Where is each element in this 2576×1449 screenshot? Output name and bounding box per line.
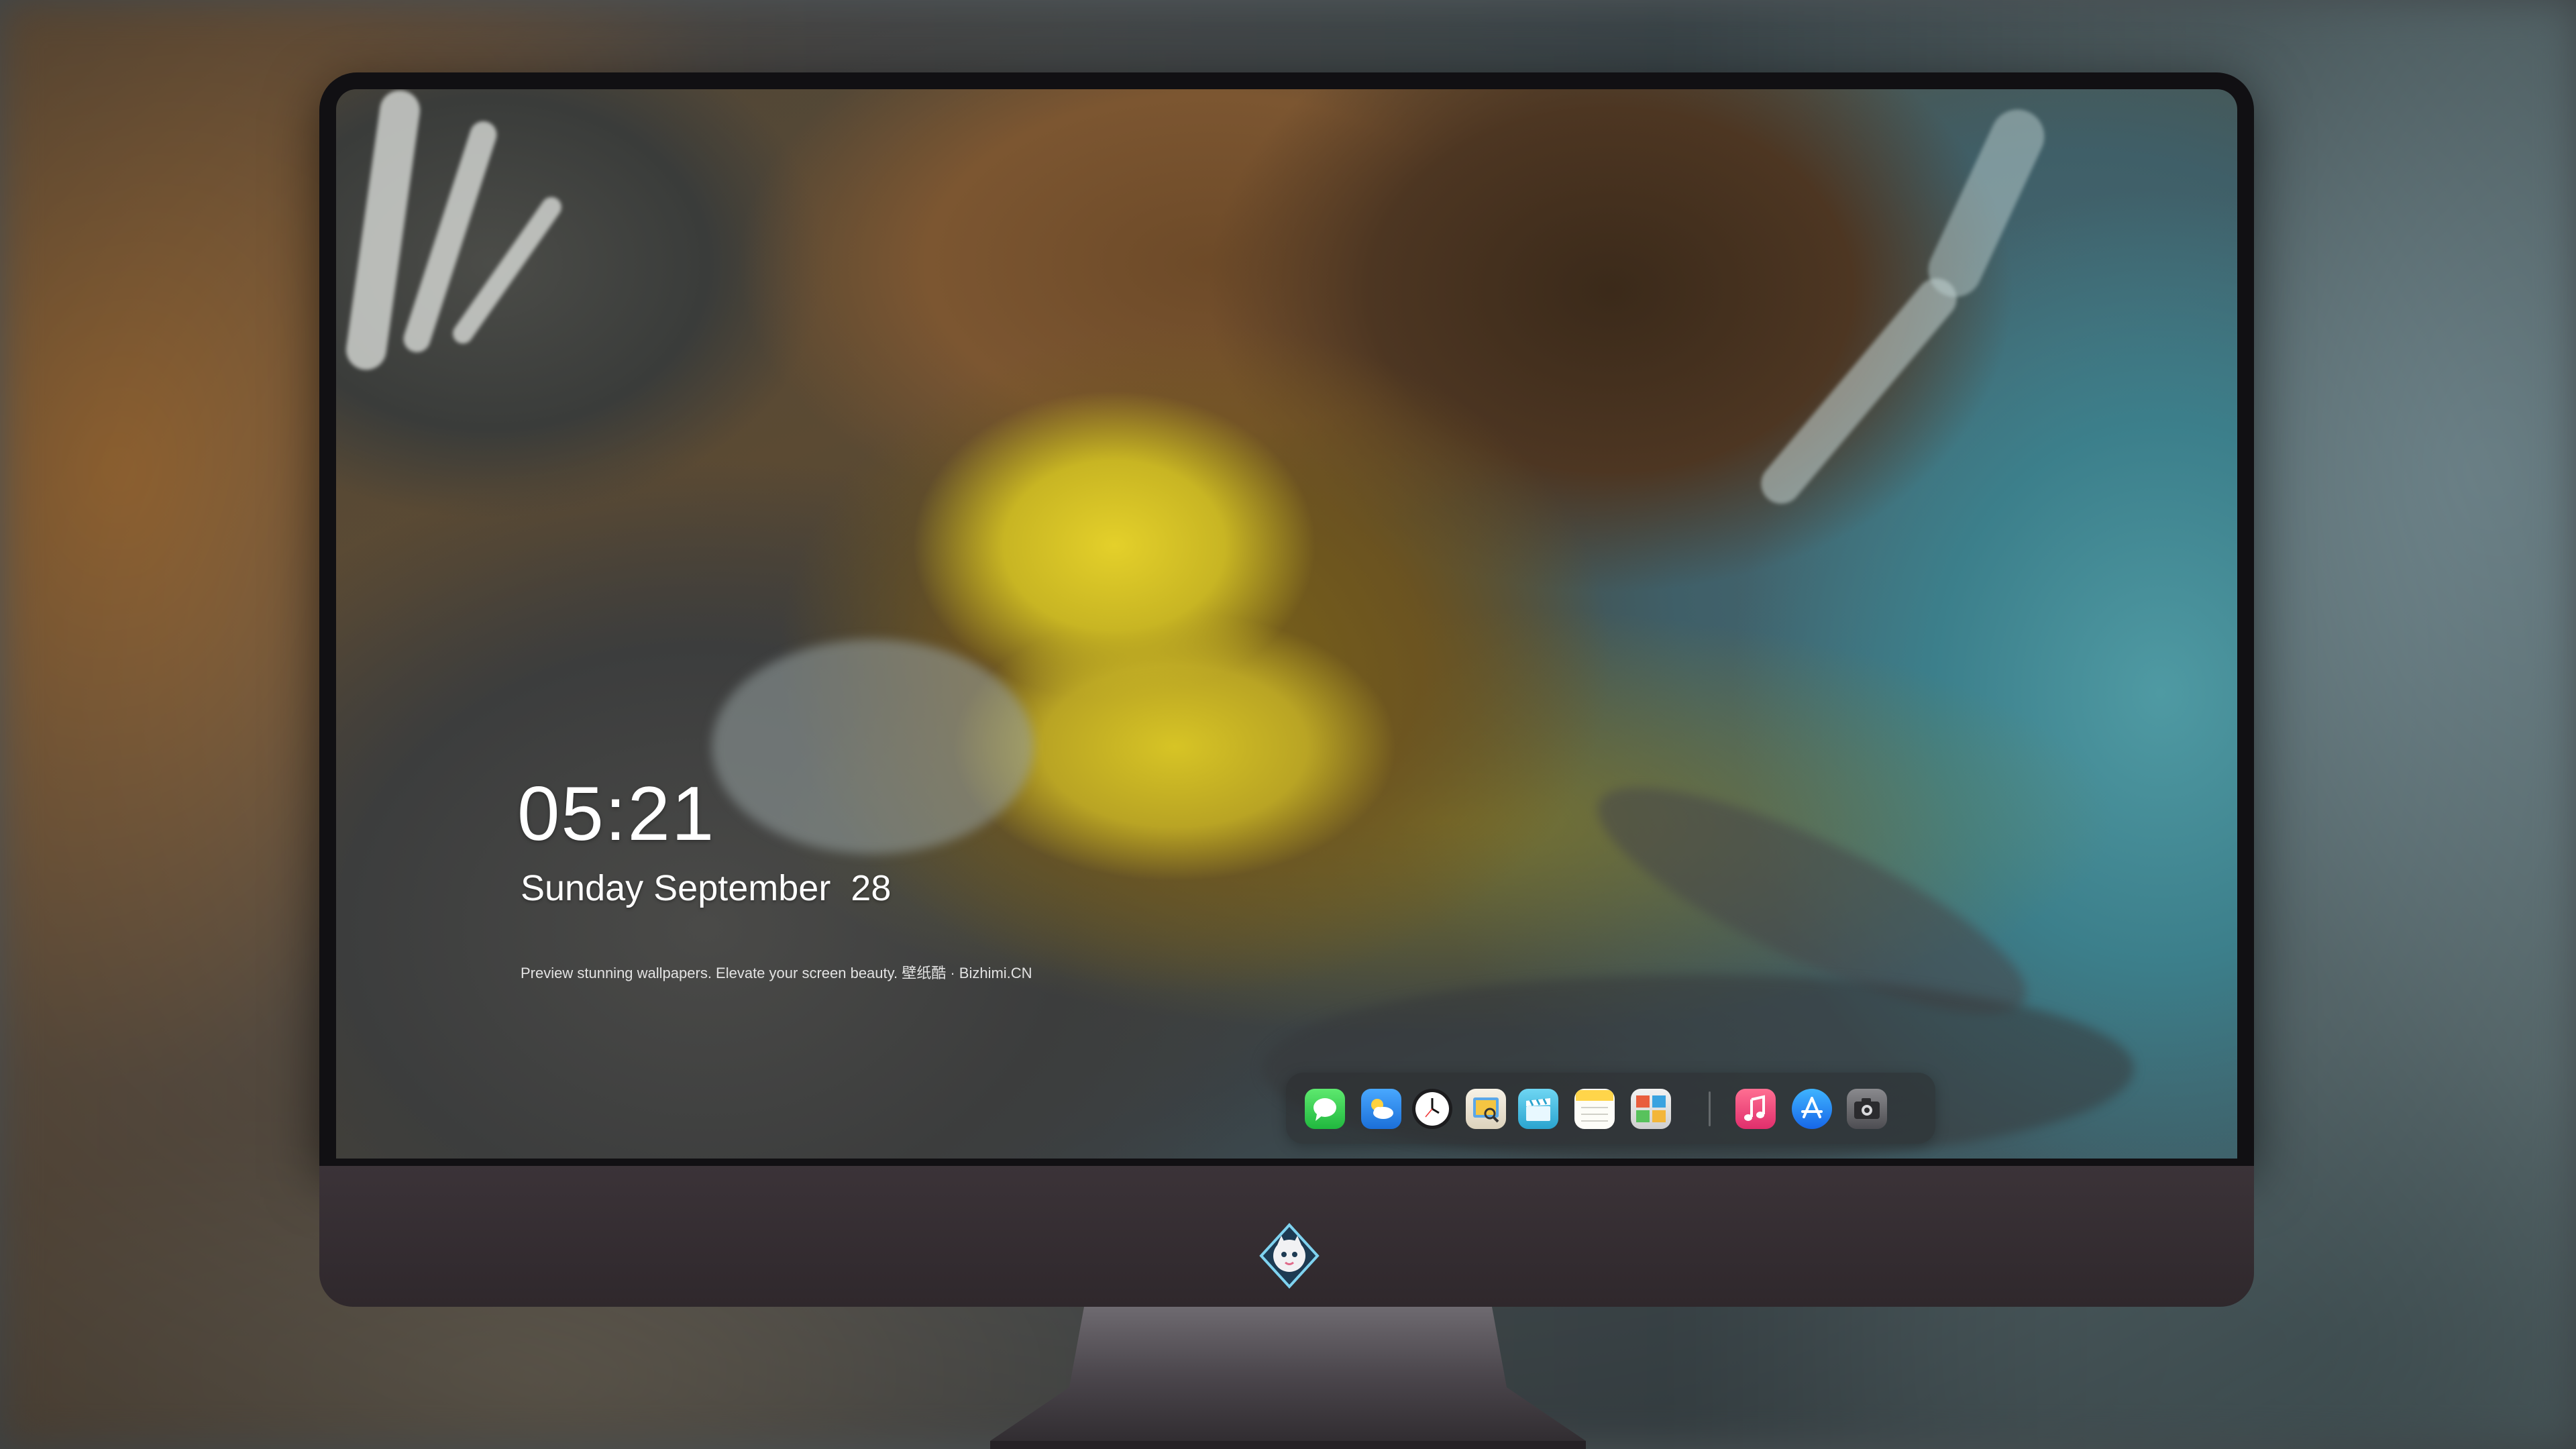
desktop-screen: 05:21 Sunday September 28 Preview stunni… [336, 89, 2237, 1159]
notes-icon[interactable] [1574, 1089, 1615, 1129]
wallpaper-stream [400, 117, 500, 356]
dock-separator [1709, 1091, 1711, 1126]
weather-icon[interactable] [1361, 1089, 1401, 1129]
music-icon[interactable] [1735, 1089, 1776, 1129]
clock-icon[interactable] [1412, 1089, 1452, 1129]
imac-monitor: 05:21 Sunday September 28 Preview stunni… [319, 72, 2254, 1307]
camera-icon[interactable] [1847, 1089, 1887, 1129]
lock-screen-caption: Preview stunning wallpapers. Elevate you… [521, 965, 1032, 981]
mascot-logo-icon [1259, 1223, 1320, 1289]
monitor-bezel: 05:21 Sunday September 28 Preview stunni… [319, 72, 2254, 1166]
wallpaper-stream [1919, 101, 2053, 306]
clapperboard-icon[interactable] [1518, 1089, 1558, 1129]
lock-screen-time: 05:21 [517, 771, 716, 857]
photo-booth-icon[interactable] [1631, 1089, 1671, 1129]
lock-screen-date: Sunday September 28 [521, 868, 892, 908]
app-store-icon[interactable] [1792, 1089, 1832, 1129]
wallpaper-stream [1753, 270, 1965, 513]
preview-icon[interactable] [1466, 1089, 1506, 1129]
messages-icon[interactable] [1305, 1089, 1345, 1129]
monitor-chin [319, 1166, 2254, 1307]
wallpaper-shoreline [712, 639, 1034, 854]
monitor-stand [990, 1307, 1586, 1449]
dock [1286, 1073, 1935, 1144]
